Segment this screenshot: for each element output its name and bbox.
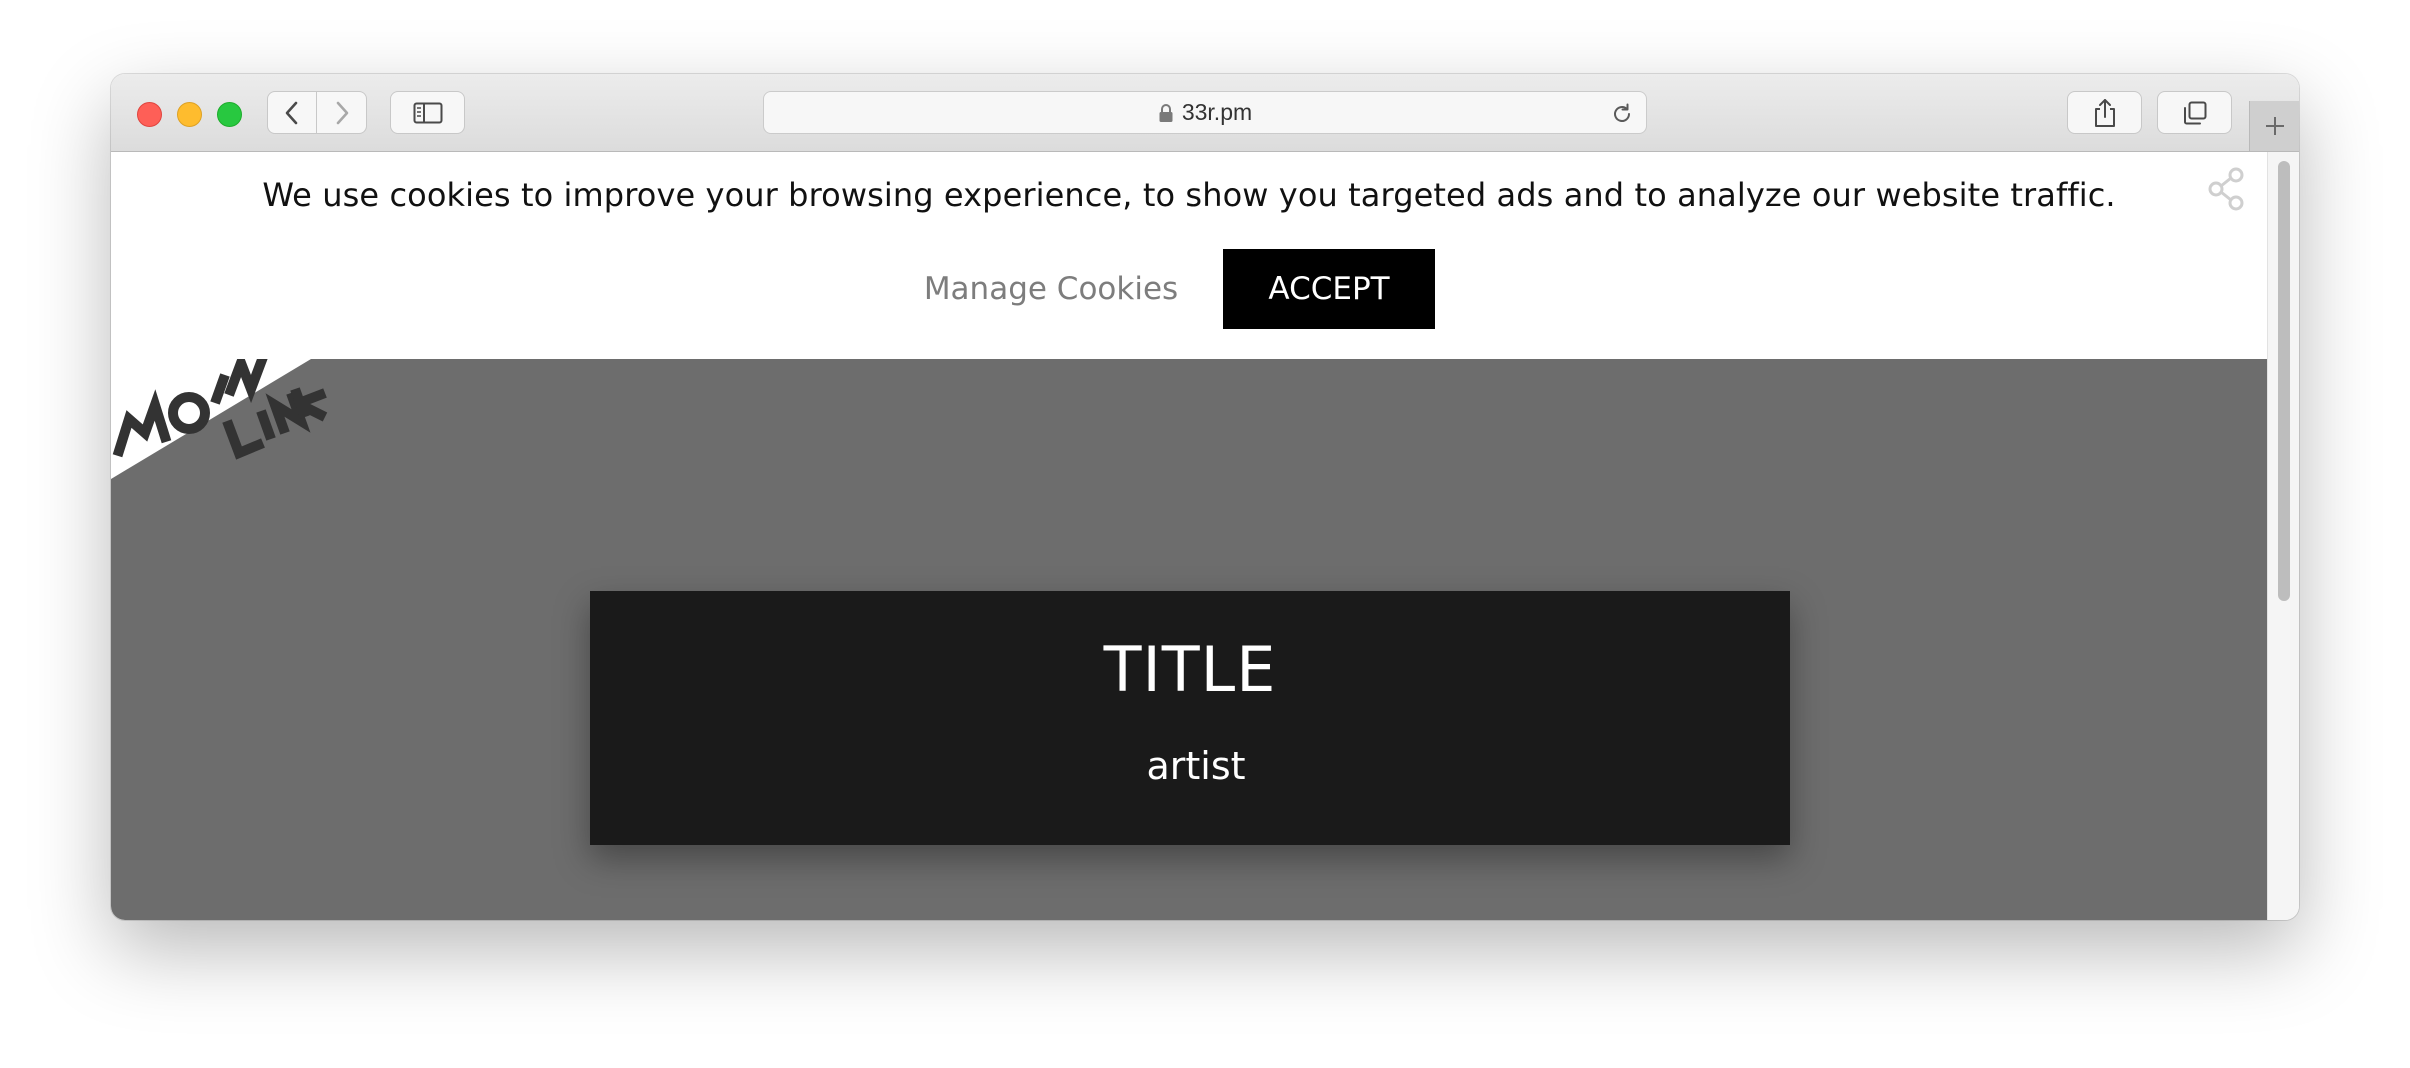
manage-cookies-link[interactable]: Manage Cookies	[901, 262, 1201, 316]
reload-icon[interactable]	[1610, 102, 1634, 126]
close-window-button[interactable]	[137, 102, 162, 127]
track-card: TITLE artist	[590, 591, 1790, 845]
cookie-message: We use cookies to improve your browsing …	[262, 176, 2116, 214]
screen: 33r.pm We use cookies to improve your br…	[0, 0, 2410, 1068]
hero-section: TITLE artist	[111, 359, 2267, 920]
sidebar-icon	[413, 102, 442, 123]
chevron-left-icon	[285, 101, 298, 124]
show-tabs-button[interactable]	[2157, 91, 2232, 134]
browser-toolbar: 33r.pm	[111, 74, 2299, 152]
minimize-window-button[interactable]	[177, 102, 202, 127]
zoom-window-button[interactable]	[217, 102, 242, 127]
scrollbar-thumb[interactable]	[2278, 161, 2290, 601]
plus-icon	[2266, 117, 2284, 135]
track-artist: artist	[1146, 744, 1246, 788]
back-button[interactable]	[267, 91, 317, 134]
new-tab-button[interactable]	[2249, 101, 2299, 151]
forward-button[interactable]	[317, 91, 367, 134]
address-bar[interactable]: 33r.pm	[763, 91, 1647, 134]
share-nodes-icon[interactable]	[2205, 166, 2249, 212]
sidebar-toggle-button[interactable]	[390, 91, 465, 134]
browser-window: 33r.pm We use cookies to improve your br…	[111, 74, 2299, 920]
tabs-icon	[2183, 101, 2206, 124]
vertical-scrollbar[interactable]	[2267, 152, 2299, 920]
track-title: TITLE	[1103, 633, 1277, 706]
lock-icon	[1159, 103, 1173, 122]
address-display[interactable]: 33r.pm	[764, 92, 1646, 133]
moin-link-logo[interactable]	[111, 359, 351, 489]
accept-cookies-button[interactable]: ACCEPT	[1223, 249, 1435, 329]
share-button[interactable]	[2067, 91, 2142, 134]
share-icon	[2094, 98, 2115, 127]
chevron-right-icon	[336, 101, 348, 124]
url-text: 33r.pm	[1181, 99, 1253, 125]
page-content: We use cookies to improve your browsing …	[111, 152, 2267, 920]
